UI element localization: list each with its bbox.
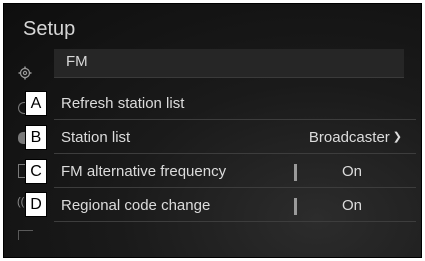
callout-label-a: A [25, 91, 47, 116]
band-header: FM [54, 49, 404, 78]
callout-label-c: C [25, 159, 47, 184]
station-list-value: Broadcaster [308, 129, 390, 146]
station-list-row[interactable]: Station list Broadcaster ❯ [54, 123, 416, 154]
callout-label-d: D [25, 192, 47, 217]
page-title: Setup [23, 18, 76, 40]
setup-screen: Setup (( FM Refresh station list Station… [3, 3, 422, 258]
fm-alternative-frequency-label: FM alternative frequency [61, 163, 227, 180]
gear-icon[interactable] [18, 66, 32, 83]
connection-icon[interactable] [18, 230, 33, 240]
station-list-dropdown[interactable]: Broadcaster ❯ [309, 129, 402, 146]
refresh-station-list-label: Refresh station list [61, 95, 185, 112]
refresh-station-list-row[interactable]: Refresh station list [54, 89, 416, 120]
toggle-indicator [294, 164, 297, 181]
fm-alternative-frequency-toggle[interactable]: On [342, 163, 362, 180]
regional-code-change-label: Regional code change [61, 197, 211, 214]
toggle-indicator [294, 198, 297, 215]
regional-code-change-toggle[interactable]: On [342, 197, 362, 214]
phone-icon[interactable]: (( [17, 196, 24, 208]
chevron-down-icon: ❯ [392, 131, 402, 143]
radio-icon[interactable] [18, 164, 25, 178]
fm-alternative-frequency-row[interactable]: FM alternative frequency On [54, 157, 416, 188]
station-list-label: Station list [61, 129, 131, 146]
speaker-icon[interactable] [18, 132, 25, 144]
band-label: FM [66, 53, 88, 70]
callout-label-b: B [25, 125, 47, 150]
regional-code-change-row[interactable]: Regional code change On [54, 191, 416, 222]
